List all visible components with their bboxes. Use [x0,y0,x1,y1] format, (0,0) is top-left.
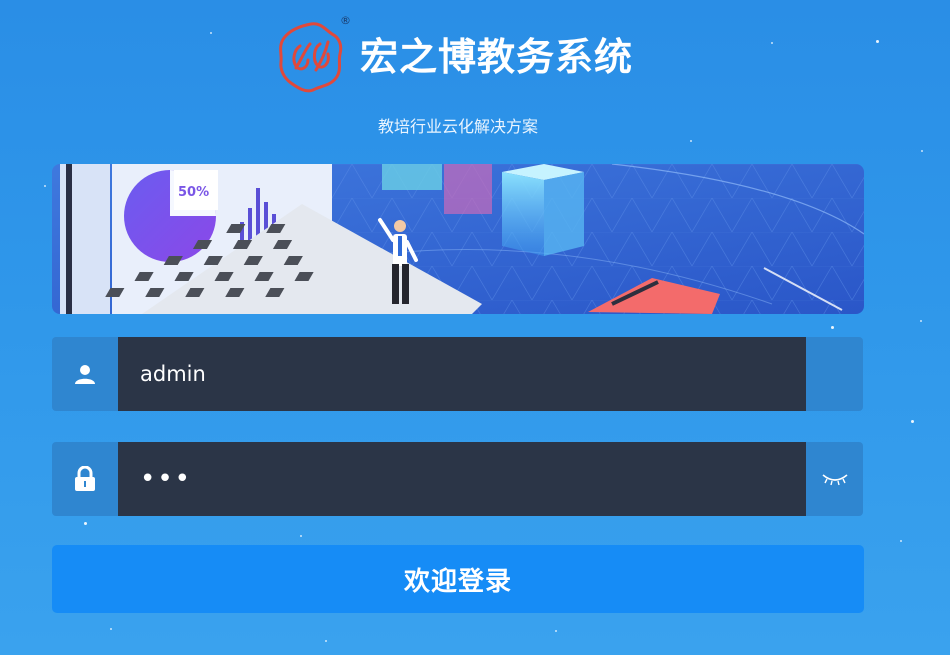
username-field [52,337,863,411]
password-field [52,442,863,516]
brand-logo: ® [276,14,351,94]
lock-icon [52,442,118,516]
star-decoration [831,326,834,329]
login-button[interactable]: 欢迎登录 [52,545,864,613]
banner-illustration: 50% [52,164,864,314]
header: ® 宏之博教务系统 教培行业云化解决方案 [0,0,950,150]
registered-mark: ® [340,14,351,27]
star-decoration [921,150,923,152]
eye-closed-icon [821,474,848,486]
star-decoration [555,630,557,632]
username-input[interactable] [118,337,806,411]
user-icon [52,337,118,411]
star-decoration [920,320,922,322]
chart-badge: 50% [178,185,209,200]
app-subtitle: 教培行业云化解决方案 [377,117,538,136]
star-decoration [900,540,902,542]
password-input[interactable] [118,442,806,516]
star-decoration [84,522,87,525]
username-field-addon [806,337,863,411]
star-decoration [110,628,112,630]
app-title: 宏之博教务系统 [360,35,634,79]
star-decoration [300,535,302,537]
star-decoration [325,640,327,642]
star-decoration [911,420,914,423]
star-decoration [44,185,46,187]
toggle-password-visibility[interactable] [806,442,863,516]
